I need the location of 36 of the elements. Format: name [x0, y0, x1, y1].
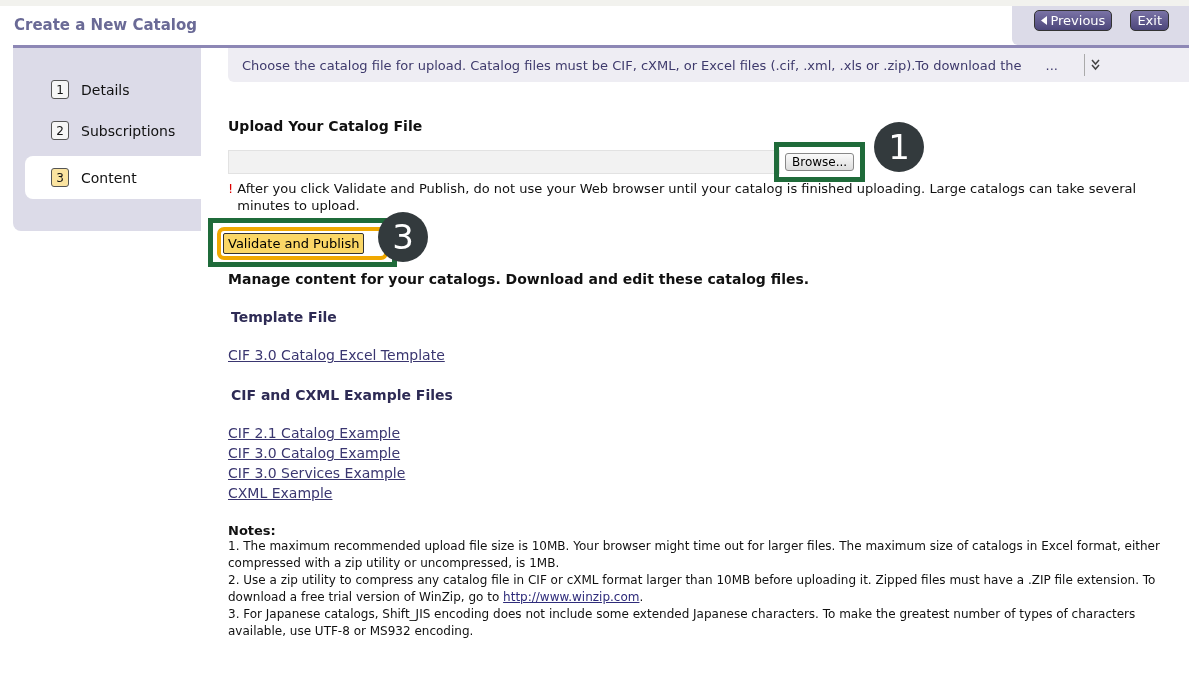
- triangle-left-icon: [1041, 16, 1048, 25]
- manage-heading: Manage content for your catalogs. Download and edit these catalog files.: [228, 271, 811, 287]
- note-text: 1. The maximum recommended upload file size is 10MB. Your browser might time out for larger files. The maximum size of catalogs in Excel format, either compressed with a zip utility or uncompressed, is 1MB.: [228, 538, 1161, 572]
- step-item[interactable]: 3 Content: [25, 156, 201, 199]
- file-path-field[interactable]: [228, 150, 780, 174]
- notes-heading: Notes:: [228, 523, 277, 538]
- warning-mark: !: [228, 180, 234, 197]
- section-heading: Template File: [231, 309, 338, 325]
- step-label: Content: [81, 169, 137, 186]
- step-label: Subscriptions: [81, 122, 176, 139]
- callout-marker: 1: [874, 122, 924, 172]
- step-number: 2: [51, 121, 69, 140]
- file-link[interactable]: CIF 3.0 Catalog Example: [228, 443, 401, 463]
- previous-button[interactable]: Previous: [1034, 10, 1113, 31]
- validate-button[interactable]: Validate and Publish: [223, 233, 365, 254]
- step-number: 1: [51, 80, 69, 99]
- step-item[interactable]: 2 Subscriptions: [25, 115, 201, 146]
- step-number: 3: [51, 168, 69, 187]
- note-text: 2. Use a zip utility to compress any catalog file in CIF or cXML format larger than 10MB before uploading it. Zipped files must have a .ZIP file extension. To download a free trial version of WinZip, go to http://www.winzip.com.: [228, 572, 1157, 606]
- file-link[interactable]: CIF 2.1 Catalog Example: [228, 423, 401, 443]
- step-item[interactable]: 1 Details: [25, 74, 201, 105]
- exit-button[interactable]: Exit: [1130, 10, 1169, 31]
- expand-icon[interactable]: [1090, 59, 1100, 71]
- step-label: Details: [81, 81, 130, 98]
- callout-marker: 3: [378, 212, 428, 262]
- page-title: Create a New Catalog: [13, 15, 199, 36]
- info-text: Choose the catalog file for upload. Catalog files must be CIF, cXML, or Excel files (.cif, .xml, .xls or .zip).To download the: [242, 57, 1022, 73]
- section-heading: CIF and CXML Example Files: [231, 387, 454, 403]
- more-link[interactable]: ...: [1045, 57, 1058, 73]
- upload-heading: Upload Your Catalog File: [228, 118, 424, 134]
- warning-text: After you click Validate and Publish, do not use your Web browser until your catalog is finished uploading. Large catalogs can take several minutes to upload.: [237, 180, 1138, 214]
- note-text: 3. For Japanese catalogs, Shift_JIS encoding does not include some extended Japanese characters. To make the greatest number of types of characters available, use UTF-8 or MS932 encoding.: [228, 606, 1137, 640]
- browse-button[interactable]: Browse...: [785, 153, 855, 171]
- file-link[interactable]: CIF 3.0 Services Example: [228, 463, 406, 483]
- file-link[interactable]: CXML Example: [228, 483, 333, 503]
- file-link[interactable]: CIF 3.0 Catalog Excel Template: [228, 345, 445, 365]
